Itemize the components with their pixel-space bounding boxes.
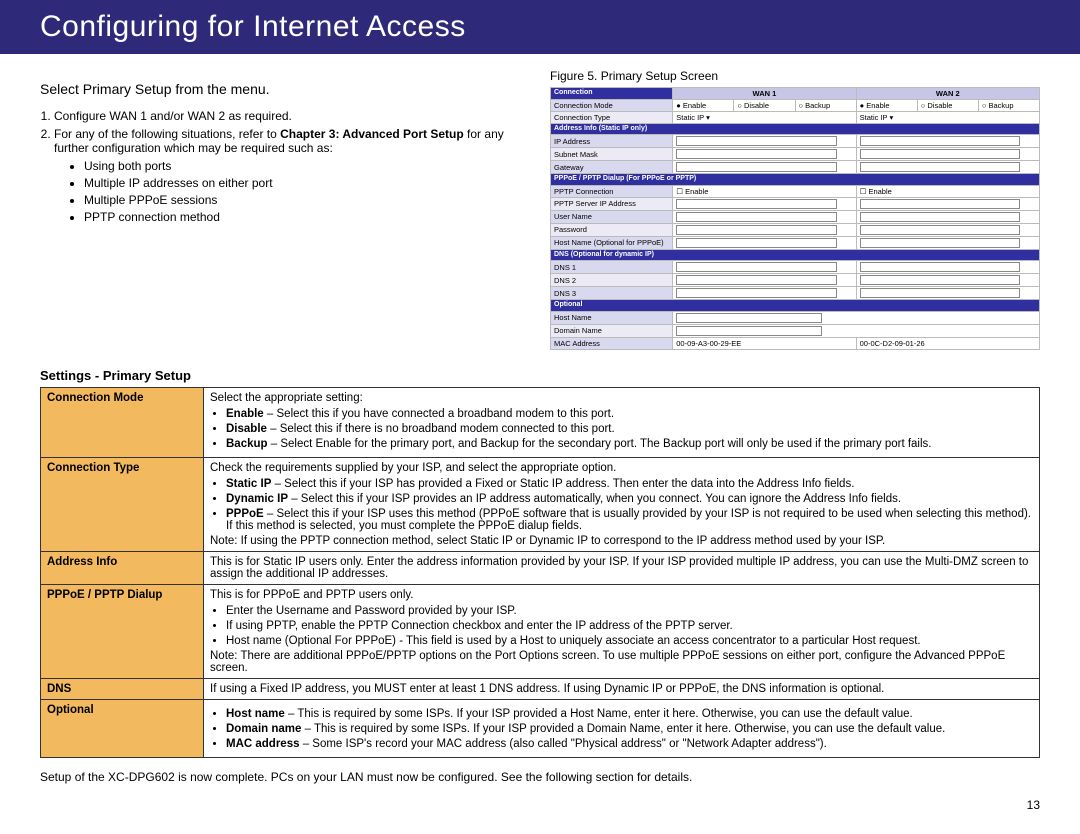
settings-table: Connection Mode Select the appropriate s… [40,387,1040,758]
row-label: Connection Type [41,457,204,551]
page-number: 13 [40,798,1040,812]
page-title: Configuring for Internet Access [40,10,466,43]
row-body: Check the requirements supplied by your … [204,457,1040,551]
row-label: Address Info [41,551,204,584]
figure-caption: Figure 5. Primary Setup Screen [550,69,1040,83]
instructions-column: Select Primary Setup from the menu. Conf… [40,69,530,350]
radio-enable-wan1[interactable] [676,101,683,110]
primary-setup-screenshot: Connection WAN 1 WAN 2 Connection Mode E… [550,87,1040,350]
radio-disable-wan1[interactable] [737,101,744,110]
gw-wan2[interactable] [860,162,1021,172]
ip-wan1[interactable] [676,136,837,146]
row-label: PPPoE / PPTP Dialup [41,584,204,678]
subnet-wan2[interactable] [860,149,1021,159]
sub-bullet: PPTP connection method [84,210,530,224]
sub-bullet: Multiple IP addresses on either port [84,176,530,190]
subnet-wan1[interactable] [676,149,837,159]
sub-bullet: Multiple PPPoE sessions [84,193,530,207]
row-label: Optional [41,699,204,757]
figure-column: Figure 5. Primary Setup Screen Connectio… [550,69,1040,350]
step-1: Configure WAN 1 and/or WAN 2 as required… [54,109,530,123]
select-conn-type-wan2[interactable]: Static IP [860,113,888,122]
gw-wan1[interactable] [676,162,837,172]
radio-backup-wan2[interactable] [982,101,989,110]
content-area: Select Primary Setup from the menu. Conf… [0,54,1080,832]
row-body: If using a Fixed IP address, you MUST en… [204,678,1040,699]
row-body: Host name – This is required by some ISP… [204,699,1040,757]
pptp-check-wan1[interactable] [676,187,685,196]
page-header: Configuring for Internet Access [0,0,1080,54]
footer-note: Setup of the XC-DPG602 is now complete. … [40,770,1040,784]
row-label: DNS [41,678,204,699]
sub-bullet: Using both ports [84,159,530,173]
settings-table-heading: Settings - Primary Setup [40,368,1040,383]
lead-text: Select Primary Setup from the menu. [40,81,530,97]
ip-wan2[interactable] [860,136,1021,146]
row-body: Select the appropriate setting: Enable –… [204,387,1040,457]
row-body: This is for PPPoE and PPTP users only. E… [204,584,1040,678]
row-body: This is for Static IP users only. Enter … [204,551,1040,584]
select-conn-type-wan1[interactable]: Static IP [676,113,704,122]
row-label: Connection Mode [41,387,204,457]
step-2: For any of the following situations, ref… [54,127,530,224]
